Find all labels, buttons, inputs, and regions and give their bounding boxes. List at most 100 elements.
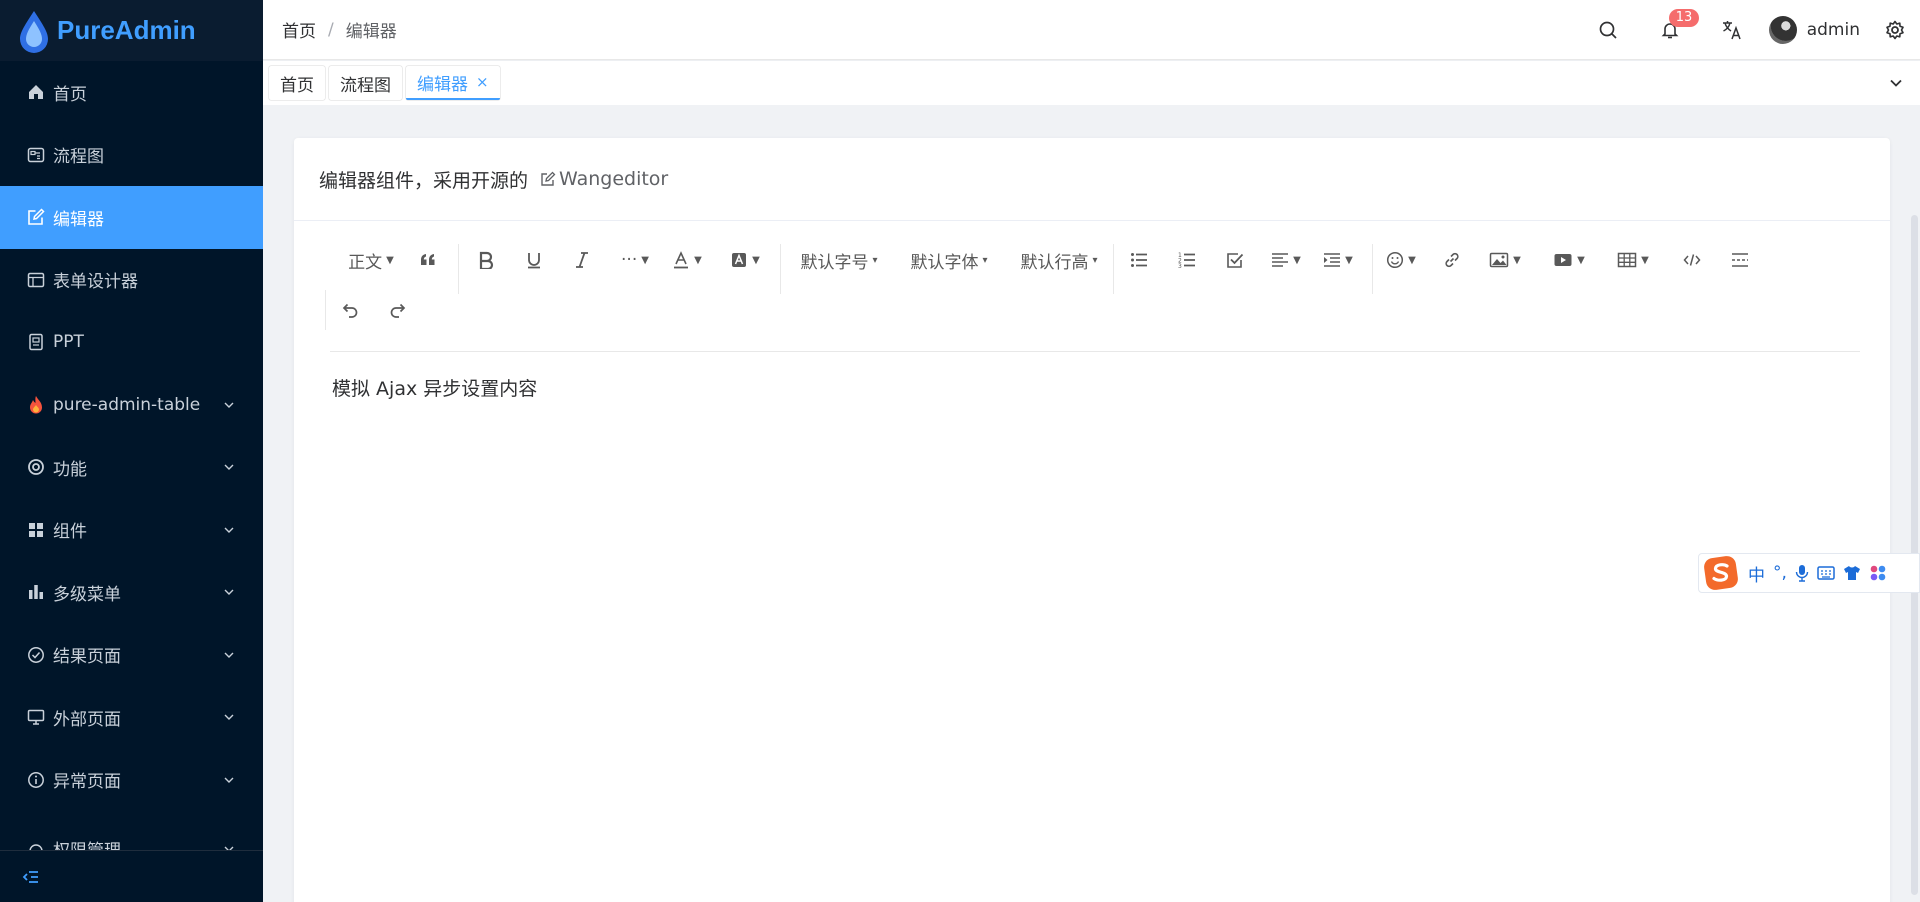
keyboard-icon[interactable] bbox=[1817, 565, 1835, 581]
insert-video-menu[interactable]: ▼ bbox=[1546, 238, 1592, 282]
line-height-select[interactable]: 默认行高 ▾ bbox=[1014, 238, 1104, 282]
flowchart-icon bbox=[27, 146, 45, 164]
underline-button[interactable] bbox=[516, 238, 552, 282]
gear-icon[interactable] bbox=[1884, 19, 1906, 41]
insert-link-button[interactable] bbox=[1434, 238, 1470, 282]
toolbar-row-1: 正文 ▼ ··· ▼ ▼ ▼ 默认字号 ▾ 默认字体 ▾ 默认行高 ▾ 1 2 … bbox=[330, 238, 1860, 294]
caret-down-icon: ▼ bbox=[1641, 254, 1649, 266]
sidebar-item-function[interactable]: 功能 bbox=[0, 436, 263, 499]
emoji-icon bbox=[1387, 251, 1404, 269]
code-block-button[interactable] bbox=[1674, 238, 1710, 282]
blockquote-button[interactable] bbox=[410, 238, 446, 282]
function-icon bbox=[27, 458, 45, 476]
sidebar-item-label: 异常页面 bbox=[53, 772, 121, 793]
chevron-down-icon bbox=[224, 846, 234, 850]
notification-button[interactable]: 13 bbox=[1659, 9, 1700, 41]
caret-down-icon: ▼ bbox=[641, 254, 649, 266]
bulleted-list-button[interactable] bbox=[1121, 238, 1157, 282]
font-color-menu[interactable]: ▼ bbox=[666, 238, 708, 282]
sogou-logo-icon[interactable] bbox=[1702, 554, 1740, 592]
justify-menu[interactable]: ▼ bbox=[1265, 238, 1307, 282]
indent-menu[interactable]: ▼ bbox=[1317, 238, 1359, 282]
sidebar-item-label: 结果页面 bbox=[53, 647, 121, 668]
background-color-menu[interactable]: ▼ bbox=[722, 238, 768, 282]
sidebar-item-pure-admin-table[interactable]: pure-admin-table bbox=[0, 374, 263, 437]
breadcrumb: 首页 / 编辑器 bbox=[282, 17, 397, 43]
sidebar-item-flowchart[interactable]: 流程图 bbox=[0, 124, 263, 187]
avatar[interactable] bbox=[1768, 16, 1797, 44]
todo-button[interactable] bbox=[1217, 238, 1253, 282]
menu-fold-icon bbox=[22, 870, 38, 883]
skin-shirt-icon[interactable] bbox=[1843, 565, 1861, 581]
align-left-icon bbox=[1272, 253, 1289, 267]
sidebar-item-form-designer[interactable]: 表单设计器 bbox=[0, 249, 263, 312]
tab-home[interactable]: 首页 bbox=[269, 66, 325, 100]
undo-button[interactable] bbox=[332, 288, 368, 332]
font-family-select[interactable]: 默认字体 ▾ bbox=[904, 238, 994, 282]
more-style-menu[interactable]: ··· ▼ bbox=[614, 238, 656, 282]
divider-button[interactable] bbox=[1722, 238, 1758, 282]
redo-button[interactable] bbox=[380, 288, 416, 332]
wangeditor-link[interactable]: Wangeditor bbox=[540, 168, 668, 190]
tags-view: 首页 流程图 编辑器 × bbox=[263, 61, 1920, 105]
ime-language[interactable]: 中 bbox=[1748, 561, 1765, 586]
translate-icon[interactable] bbox=[1721, 19, 1743, 41]
breadcrumb-item-home[interactable]: 首页 bbox=[282, 17, 316, 42]
sidebar-item-permission[interactable]: 权限管理 bbox=[0, 811, 263, 850]
header-actions: 13 admin bbox=[1597, 0, 1920, 60]
caret-down-icon: ▾ bbox=[872, 254, 878, 266]
sidebar-item-components[interactable]: 组件 bbox=[0, 499, 263, 562]
underline-icon bbox=[528, 253, 540, 269]
app-logo[interactable]: PureAdmin bbox=[0, 0, 263, 61]
insert-table-menu[interactable]: ▼ bbox=[1610, 238, 1656, 282]
close-icon[interactable]: × bbox=[476, 73, 489, 91]
collapse-sidebar-button[interactable] bbox=[0, 850, 263, 902]
caret-down-icon: ▾ bbox=[1092, 254, 1098, 266]
editor-content-area[interactable]: 模拟 Ajax 异步设置内容 bbox=[332, 374, 537, 401]
font-size-label: 默认字号 bbox=[800, 252, 869, 273]
bulleted-list-icon bbox=[1131, 253, 1147, 267]
info-circle-icon bbox=[27, 771, 45, 789]
sidebar-item-label: 外部页面 bbox=[53, 709, 121, 730]
sidebar-item-result-page[interactable]: 结果页面 bbox=[0, 624, 263, 687]
sidebar-item-editor[interactable]: 编辑器 bbox=[0, 186, 263, 249]
breadcrumb-separator: / bbox=[328, 19, 334, 40]
sidebar-item-external-page[interactable]: 外部页面 bbox=[0, 686, 263, 749]
caret-down-icon: ▼ bbox=[1513, 254, 1521, 266]
font-size-select[interactable]: 默认字号 ▾ bbox=[794, 238, 884, 282]
sidebar-item-label: 首页 bbox=[53, 84, 87, 105]
numbered-list-button[interactable]: 123 bbox=[1169, 238, 1205, 282]
sidebar-item-ppt[interactable]: PPT bbox=[0, 311, 263, 374]
ime-punctuation[interactable]: °, bbox=[1773, 563, 1787, 583]
tab-editor[interactable]: 编辑器 × bbox=[406, 66, 500, 100]
tab-flowchart[interactable]: 流程图 bbox=[329, 66, 402, 100]
toolbar-divider bbox=[1113, 244, 1114, 294]
apps-grid-icon[interactable] bbox=[1869, 564, 1887, 582]
editor-paragraph[interactable]: 模拟 Ajax 异步设置内容 bbox=[332, 374, 537, 401]
username[interactable]: admin bbox=[1807, 20, 1860, 40]
bold-button[interactable] bbox=[468, 238, 504, 282]
permission-icon bbox=[27, 843, 45, 850]
paragraph-select[interactable]: 正文 ▼ bbox=[338, 238, 404, 282]
insert-image-menu[interactable]: ▼ bbox=[1482, 238, 1528, 282]
chevron-down-icon bbox=[224, 652, 234, 658]
video-icon bbox=[1554, 254, 1572, 266]
monitor-icon bbox=[27, 708, 45, 726]
editor-toolbar: 正文 ▼ ··· ▼ ▼ ▼ 默认字号 ▾ 默认字体 ▾ 默认行高 ▾ 1 2 … bbox=[325, 238, 1860, 352]
search-icon[interactable] bbox=[1597, 19, 1619, 41]
top-header: 首页 / 编辑器 13 admin bbox=[263, 0, 1920, 60]
link-label: Wangeditor bbox=[559, 168, 669, 190]
sidebar-item-home[interactable]: 首页 bbox=[0, 61, 263, 124]
image-icon bbox=[1489, 252, 1509, 268]
chevron-down-icon bbox=[224, 589, 234, 596]
microphone-icon[interactable] bbox=[1795, 564, 1809, 582]
tab-label: 流程图 bbox=[340, 75, 391, 96]
bold-icon bbox=[479, 251, 494, 269]
sidebar-item-exception-page[interactable]: 异常页面 bbox=[0, 749, 263, 812]
chevron-down-icon[interactable] bbox=[1888, 75, 1904, 91]
emoji-menu[interactable]: ▼ bbox=[1380, 238, 1422, 282]
sidebar-item-label: 表单设计器 bbox=[53, 272, 138, 293]
sidebar-item-multi-menu[interactable]: 多级菜单 bbox=[0, 561, 263, 624]
caret-down-icon: ▼ bbox=[386, 254, 394, 266]
italic-button[interactable] bbox=[564, 238, 600, 282]
